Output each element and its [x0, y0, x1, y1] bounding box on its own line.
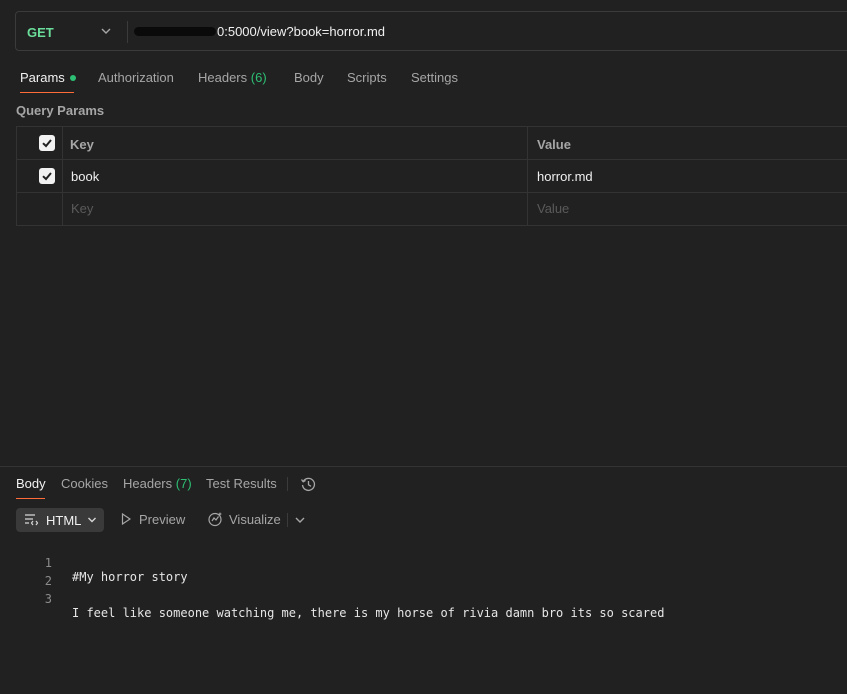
chevron-down-icon[interactable]	[294, 514, 306, 526]
visualize-icon	[208, 512, 222, 527]
preview-button[interactable]: Preview	[121, 512, 185, 527]
url-input[interactable]: 0:5000/view?book=horror.md	[217, 24, 385, 39]
table-row: book horror.md	[17, 159, 847, 192]
query-params-label: Query Params	[16, 103, 105, 118]
active-tab-indicator	[20, 92, 74, 93]
param-enabled-checkbox[interactable]	[39, 168, 55, 184]
tab-body-label: Body	[294, 70, 324, 85]
param-value-field[interactable]: horror.md	[537, 169, 593, 184]
table-header-row: Key Value	[17, 127, 847, 159]
tab-params[interactable]: Params	[20, 70, 76, 85]
history-icon[interactable]	[300, 476, 317, 493]
new-value-input[interactable]: Value	[537, 201, 569, 216]
checkmark-icon	[42, 172, 52, 181]
tab-scripts-label: Scripts	[347, 70, 387, 85]
select-all-checkbox[interactable]	[39, 135, 55, 151]
code-wrap-icon	[25, 514, 39, 526]
url-divider	[127, 21, 128, 43]
tab-settings-label: Settings	[411, 70, 458, 85]
tab-scripts[interactable]: Scripts	[347, 70, 387, 85]
line-content: I feel like someone watching me, there i…	[72, 606, 665, 620]
active-response-tab-indicator	[16, 498, 45, 499]
line-number: 1	[44, 556, 52, 570]
response-tab-body[interactable]: Body	[16, 476, 46, 491]
tab-params-label: Params	[20, 70, 65, 85]
table-row-new: Key Value	[17, 192, 847, 225]
format-label: HTML	[46, 513, 82, 528]
params-active-dot	[69, 74, 76, 81]
response-divider	[0, 466, 847, 467]
line-number: 2	[44, 574, 52, 588]
code-line: 2	[0, 560, 52, 588]
line-number: 3	[44, 592, 52, 606]
checkmark-icon	[42, 139, 52, 148]
key-column-header: Key	[70, 137, 94, 152]
tab-body[interactable]: Body	[294, 70, 324, 85]
response-tab-headers-label: Headers	[123, 476, 173, 491]
tab-headers-label: Headers	[198, 70, 248, 85]
params-table: Key Value book horror.md Key Value	[16, 126, 847, 226]
value-column-header: Value	[537, 137, 571, 152]
code-line: 1 #My horror story	[0, 542, 188, 584]
chevron-down-icon	[88, 517, 96, 523]
redacted-host	[134, 27, 216, 36]
tab-authorization[interactable]: Authorization	[98, 70, 174, 85]
tab-authorization-label: Authorization	[98, 70, 174, 85]
tab-settings[interactable]: Settings	[411, 70, 458, 85]
response-tab-headers[interactable]: Headers (7)	[123, 476, 192, 491]
line-content: #My horror story	[72, 570, 188, 584]
tab-headers-count: (6)	[250, 70, 267, 85]
new-key-input[interactable]: Key	[71, 201, 93, 216]
url-bar: GET 0:5000/view?book=horror.md	[15, 11, 847, 51]
method-select[interactable]: GET	[27, 25, 54, 40]
chevron-down-icon[interactable]	[100, 25, 112, 37]
response-tab-test-results[interactable]: Test Results	[206, 476, 277, 491]
response-tab-headers-count: (7)	[175, 476, 192, 491]
format-select[interactable]: HTML	[16, 508, 104, 532]
tab-separator	[287, 477, 288, 491]
toolbar-separator	[287, 513, 288, 527]
play-icon	[121, 512, 132, 526]
visualize-label: Visualize	[229, 512, 281, 527]
preview-label: Preview	[139, 512, 186, 527]
visualize-button[interactable]: Visualize	[207, 511, 281, 527]
response-tab-cookies[interactable]: Cookies	[61, 476, 108, 491]
code-line: 3 I feel like someone watching me, there…	[0, 578, 665, 620]
param-key-field[interactable]: book	[71, 169, 99, 184]
tab-headers[interactable]: Headers (6)	[198, 70, 267, 85]
